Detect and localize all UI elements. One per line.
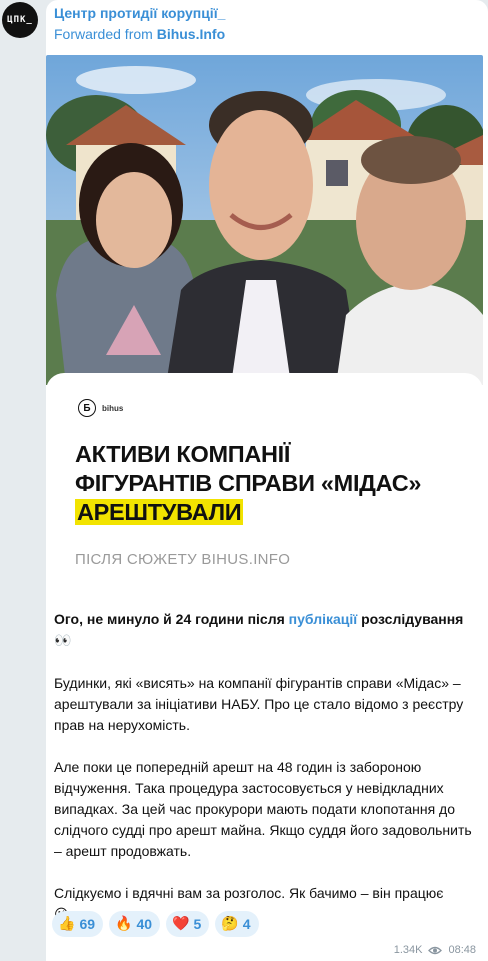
publication-link[interactable]: публікації xyxy=(289,611,358,627)
reaction-count: 4 xyxy=(242,916,251,932)
message-time: 08:48 xyxy=(448,944,476,956)
card-subtitle: ПІСЛЯ СЮЖЕТУ BIHUS.INFO xyxy=(75,551,291,568)
eyes-emoji: 👀 xyxy=(54,633,72,649)
reaction-count: 69 xyxy=(79,916,96,932)
forwarded-source[interactable]: Bihus.Info xyxy=(157,26,225,42)
brand-text: bihus xyxy=(102,403,124,413)
forwarded-from[interactable]: Forwarded from Bihus.Info xyxy=(54,26,225,42)
post-image[interactable]: Б bihus АКТИВИ КОМПАНІЇ ФІГУРАНТІВ СПРАВ… xyxy=(46,55,483,596)
headline-card: Б bihus АКТИВИ КОМПАНІЇ ФІГУРАНТІВ СПРАВ… xyxy=(46,373,483,596)
thumbs-up-icon: 👍 xyxy=(58,916,76,932)
headline-line-3-highlight: АРЕШТУВАЛИ xyxy=(75,499,244,525)
forwarded-prefix: Forwarded from xyxy=(54,26,157,42)
paragraph-1: Ого, не минуло й 24 години після публіка… xyxy=(54,609,474,652)
reaction-heart[interactable]: ❤️ 5 xyxy=(166,911,210,937)
fire-icon: 🔥 xyxy=(115,916,133,932)
channel-avatar[interactable]: ЦПК_ xyxy=(2,2,38,38)
reaction-count: 5 xyxy=(193,916,202,932)
reactions-bar: 👍 69 🔥 40 ❤️ 5 🤔 4 xyxy=(52,911,259,937)
p1-text-b: розслідування xyxy=(357,611,464,627)
paragraph-3: Але поки це попередній арешт на 48 годин… xyxy=(54,759,472,859)
bihus-logo: Б xyxy=(78,399,96,417)
view-count: 1.34K xyxy=(393,944,423,956)
p1-text-a: Ого, не минуло й 24 години після xyxy=(54,611,289,627)
channel-name[interactable]: Центр протидії корупції_ xyxy=(54,5,225,21)
heart-icon: ❤️ xyxy=(172,916,190,932)
reaction-count: 40 xyxy=(136,916,153,932)
reaction-thinking[interactable]: 🤔 4 xyxy=(215,911,259,937)
headline-line-1: АКТИВИ КОМПАНІЇ xyxy=(75,441,291,467)
paragraph-2: Будинки, які «висять» на компанії фігура… xyxy=(54,675,464,733)
reaction-thumbs-up[interactable]: 👍 69 xyxy=(52,911,104,937)
headline-line-2: ФІГУРАНТІВ СПРАВИ «МІДАС» xyxy=(75,470,422,496)
headline: АКТИВИ КОМПАНІЇ ФІГУРАНТІВ СПРАВИ «МІДАС… xyxy=(75,440,475,527)
reaction-fire[interactable]: 🔥 40 xyxy=(109,911,161,937)
brand: Б bihus xyxy=(78,399,123,417)
photo-three-people xyxy=(46,55,483,385)
thinking-face-icon: 🤔 xyxy=(221,916,239,932)
eye-icon xyxy=(428,946,443,954)
p4-text: Слідкуємо і вдячні вам за розголос. Як б… xyxy=(54,885,444,901)
message-text: Ого, не минуло й 24 години після публіка… xyxy=(54,609,474,947)
message-bubble: Центр протидії корупції_ Forwarded from … xyxy=(46,0,488,961)
message-meta: 1.34K 08:48 xyxy=(394,944,476,956)
